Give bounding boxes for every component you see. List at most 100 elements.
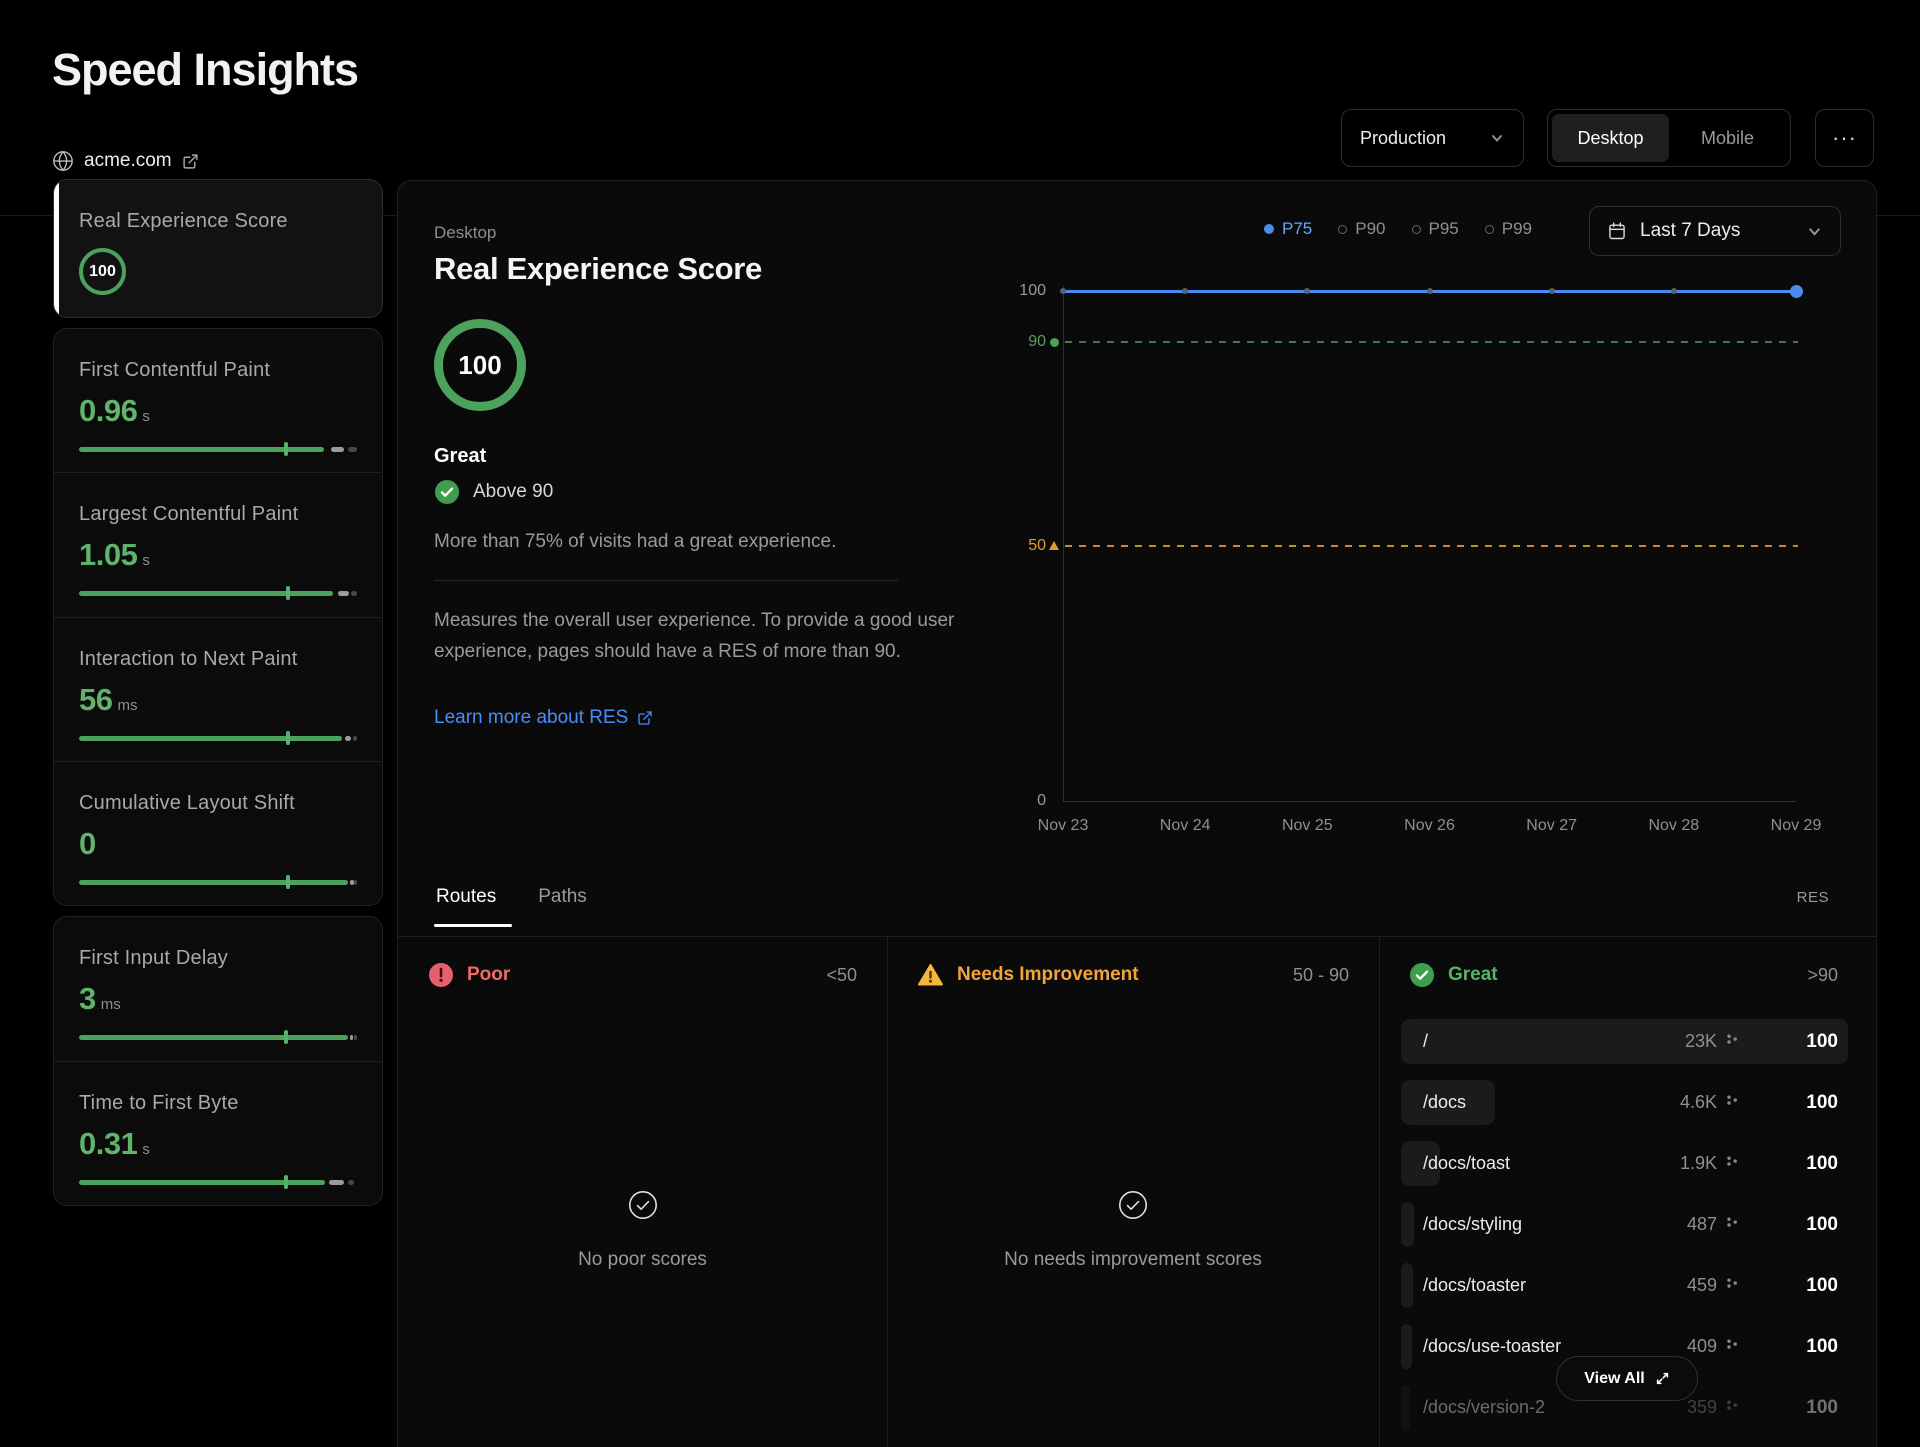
route-name: /docs/styling	[1423, 1214, 1522, 1235]
bar-mid-segment	[350, 1035, 353, 1040]
environment-select[interactable]: Production	[1341, 109, 1524, 167]
route-score: 100	[1783, 1397, 1838, 1419]
route-score: 100	[1783, 1153, 1838, 1175]
tab-routes[interactable]: Routes	[436, 886, 496, 908]
bar-value-marker	[284, 442, 288, 456]
bar-mid-segment	[350, 880, 353, 885]
sidebar-metric-cls[interactable]: Cumulative Layout Shift0	[54, 761, 382, 905]
bar-mid-segment	[345, 736, 351, 741]
x-tick-label: Nov 28	[1648, 817, 1699, 835]
calendar-icon	[1607, 221, 1627, 241]
score-ring: 100	[434, 319, 526, 411]
legend-item-p75[interactable]: P75	[1264, 219, 1312, 239]
more-button[interactable]: ···	[1815, 109, 1874, 167]
tab-paths[interactable]: Paths	[538, 886, 587, 908]
date-range-button[interactable]: Last 7 Days	[1589, 206, 1841, 256]
route-row[interactable]: /docs/toast1.9K100	[1401, 1141, 1848, 1186]
site-domain: acme.com	[84, 150, 172, 172]
view-all-label: View All	[1584, 1370, 1644, 1388]
active-tab-indicator	[434, 924, 512, 927]
route-sample-count: 459	[1687, 1275, 1717, 1296]
poor-column-range: <50	[826, 965, 857, 986]
sidebar-metric-inp[interactable]: Interaction to Next Paint56ms	[54, 617, 382, 761]
legend-item-p95[interactable]: P95	[1412, 219, 1459, 239]
metric-threshold-bar	[79, 1030, 357, 1044]
samples-icon	[1725, 1154, 1739, 1168]
metric-value: 1.05s	[79, 537, 357, 573]
panel-title: Real Experience Score	[434, 251, 762, 287]
route-density-bar	[1401, 1385, 1410, 1430]
score-value: 100	[458, 350, 501, 381]
bar-good-segment	[79, 1180, 325, 1185]
ellipsis-icon: ···	[1832, 125, 1857, 151]
circle-check-icon	[1118, 1190, 1148, 1220]
view-all-button[interactable]: View All	[1556, 1356, 1698, 1401]
metric-label: Cumulative Layout Shift	[79, 792, 357, 815]
rating-detail: Above 90	[473, 481, 553, 503]
route-row[interactable]: /docs4.6K100	[1401, 1080, 1848, 1125]
site-link[interactable]: acme.com	[52, 150, 199, 172]
metric-label: Largest Contentful Paint	[79, 503, 357, 526]
series-point-dot	[1671, 288, 1677, 294]
metric-threshold-bar	[79, 442, 357, 456]
great-column-title: Great	[1448, 964, 1498, 986]
metric-threshold-bar	[79, 731, 357, 745]
sidebar-metric-lcp[interactable]: Largest Contentful Paint 1.05s	[54, 472, 382, 616]
sidebar-metric-res[interactable]: Real Experience Score100	[54, 180, 382, 317]
series-point-dot	[1182, 288, 1188, 294]
x-tick-label: Nov 25	[1282, 817, 1333, 835]
x-tick-label: Nov 29	[1771, 817, 1822, 835]
route-name: /docs	[1423, 1092, 1466, 1113]
route-row[interactable]: /docs/styling 487 100	[1401, 1202, 1848, 1247]
route-score: 100	[1783, 1336, 1838, 1358]
series-point-dot	[1427, 288, 1433, 294]
series-point-dot	[1549, 288, 1555, 294]
route-row[interactable]: /23K100	[1401, 1019, 1848, 1064]
series-point-dot	[1060, 288, 1066, 294]
external-link-icon	[637, 710, 653, 726]
device-tab-desktop[interactable]: Desktop	[1552, 114, 1669, 162]
y-tick-label: 100	[986, 282, 1046, 300]
route-score: 100	[1783, 1214, 1838, 1236]
samples-icon	[1725, 1276, 1739, 1290]
learn-more-label: Learn more about RES	[434, 707, 628, 729]
needs-improvement-column-title: Needs Improvement	[957, 964, 1139, 986]
route-name: /docs/toast	[1423, 1153, 1510, 1174]
bar-end-segment	[351, 591, 357, 596]
sidebar-metric-fid[interactable]: First Input Delay3ms	[54, 917, 382, 1061]
route-score: 100	[1783, 1275, 1838, 1297]
series-point-dot	[1304, 288, 1310, 294]
metric-description: Measures the overall user experience. To…	[434, 605, 962, 667]
bar-end-segment	[353, 736, 357, 741]
needs-improvement-column-range: 50 - 90	[1293, 965, 1349, 986]
route-sample-count: 487	[1687, 1214, 1717, 1235]
metric-card-group: First Input Delay3msTime to First Byte0.…	[53, 916, 383, 1206]
route-row[interactable]: /docs/toaster 459 100	[1401, 1263, 1848, 1308]
content-divider	[434, 580, 898, 581]
threshold-dot-marker	[1050, 338, 1059, 347]
great-column-range: >90	[1807, 965, 1838, 986]
bar-good-segment	[79, 1035, 348, 1040]
metric-threshold-bar	[79, 586, 357, 600]
route-name: /docs/toaster	[1423, 1275, 1526, 1296]
route-name: /docs/use-toaster	[1423, 1336, 1561, 1357]
x-tick-label: Nov 27	[1526, 817, 1577, 835]
legend-item-p99[interactable]: P99	[1485, 219, 1532, 239]
legend-item-p90[interactable]: P90	[1338, 219, 1385, 239]
device-tab-mobile[interactable]: Mobile	[1669, 114, 1786, 162]
page-title: Speed Insights	[52, 44, 358, 96]
rating-label: Great	[434, 445, 486, 468]
bar-end-segment	[348, 1180, 354, 1185]
learn-more-link[interactable]: Learn more about RES	[434, 707, 653, 729]
device-toggle: DesktopMobile	[1547, 109, 1791, 167]
route-density-bar	[1401, 1263, 1413, 1308]
metric-column-label: RES	[1797, 889, 1829, 906]
metric-label: Real Experience Score	[79, 210, 357, 233]
sidebar-metric-fcp[interactable]: First Contentful Paint0.96s	[54, 329, 382, 472]
poor-column-title: Poor	[467, 964, 510, 986]
poor-column-header: Poor <50	[398, 945, 887, 1005]
legend-dot-icon	[1338, 225, 1347, 234]
main-panel: Desktop Real Experience Score P75P90P95P…	[397, 180, 1877, 1447]
sidebar-metric-ttfb[interactable]: Time to First Byte0.31s	[54, 1061, 382, 1206]
bar-end-segment	[354, 880, 357, 885]
